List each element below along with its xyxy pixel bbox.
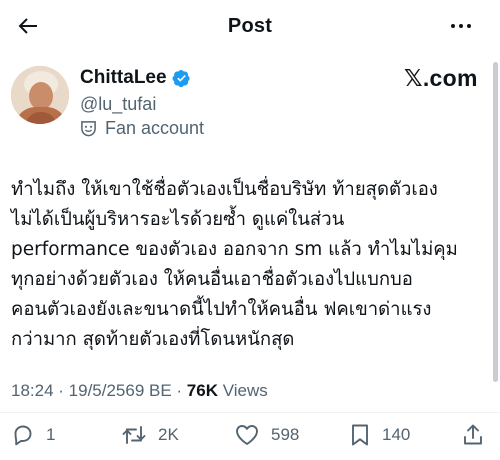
meta-separator: ·	[171, 381, 187, 400]
views-count: 76K	[186, 381, 218, 400]
post-date[interactable]: 19/5/2569 BE	[69, 381, 172, 400]
more-options-button[interactable]	[448, 14, 474, 38]
like-button[interactable]: 598	[234, 418, 299, 452]
bookmark-icon	[352, 424, 368, 446]
repost-icon	[122, 426, 146, 444]
post-text-line: ทุกอย่างด้วยตัวเอง ให้คนอื่นเอาชื่อตัวเอ…	[11, 269, 413, 290]
user-handle[interactable]: @lu_tufai	[80, 94, 156, 115]
top-bar: Post	[0, 0, 500, 52]
post-text-line: กว่ามาก สุดท้ายตัวเองที่โดนหนักสุด	[11, 329, 295, 350]
heart-icon	[236, 425, 258, 445]
post-text: ทำไมถึง ให้เขาใช้ชื่อตัวเองเป็นชื่อบริษั…	[11, 175, 489, 355]
author-name-row[interactable]: ChittaLee	[80, 67, 191, 89]
theater-masks-icon	[80, 120, 97, 137]
verified-badge-icon	[172, 69, 191, 88]
repost-button[interactable]: 2K	[121, 418, 179, 452]
bookmark-count: 140	[382, 425, 411, 444]
reply-button[interactable]: 1	[11, 418, 55, 452]
post-text-line: ทำไมถึง ให้เขาใช้ชื่อตัวเองเป็นชื่อบริษั…	[11, 179, 438, 200]
post-text-line: คอนตัวเองยังเละขนาดนี้ไปทำให้คนอื่น ฟคเข…	[11, 299, 432, 320]
share-button[interactable]	[461, 418, 485, 452]
post-text-line: ไม่ได้เป็นผู้บริหารอะไรด้วยซ้ำ ดูแค่ในส่…	[11, 209, 345, 230]
divider	[0, 412, 500, 413]
scrollbar[interactable]	[493, 62, 498, 382]
post-text-line: performance ของตัวเอง ออกจาก sm แล้ว ทำไ…	[11, 239, 458, 260]
post-time[interactable]: 18:24	[11, 381, 54, 400]
share-icon	[464, 424, 482, 445]
display-name[interactable]: ChittaLee	[80, 67, 167, 89]
bookmark-button[interactable]: 140	[349, 418, 410, 452]
more-dots-icon	[451, 24, 471, 28]
like-count: 598	[271, 425, 300, 444]
meta-separator: ·	[53, 381, 69, 400]
avatar[interactable]	[11, 66, 69, 124]
fan-account-label: Fan account	[80, 118, 204, 139]
x-com-watermark: 𝕏.com	[404, 65, 478, 91]
reply-count: 1	[46, 425, 56, 444]
fan-account-text: Fan account	[105, 118, 205, 138]
reply-icon	[14, 425, 32, 446]
action-bar: 1 2K 598 140	[0, 418, 500, 452]
repost-count: 2K	[158, 425, 179, 444]
views-label: Views	[222, 381, 268, 400]
post-meta: 18:24 · 19/5/2569 BE · 76K Views	[11, 381, 268, 401]
page-title: Post	[227, 15, 273, 37]
